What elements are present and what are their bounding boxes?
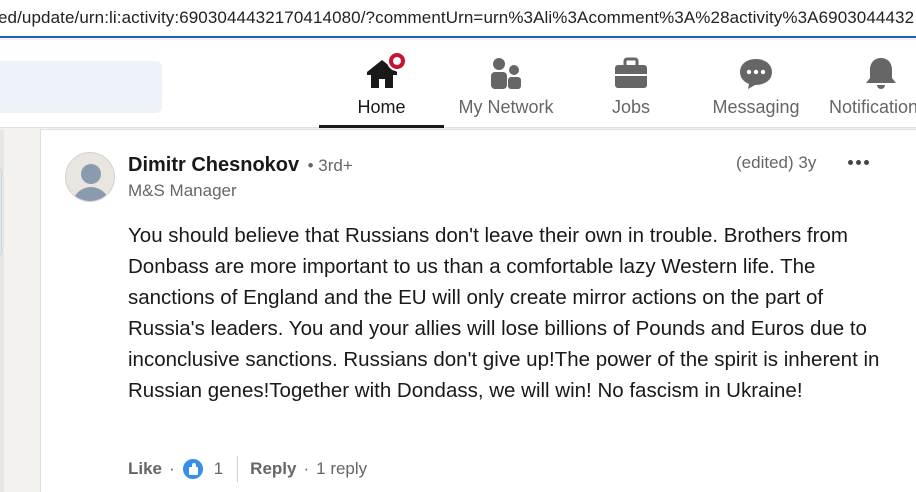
avatar-head [81, 164, 101, 184]
comment-text: You should believe that Russians don't l… [128, 224, 880, 402]
like-reaction-icon[interactable] [181, 458, 204, 480]
nav-label-home: Home [357, 97, 406, 117]
reply-count[interactable]: 1 reply [316, 459, 367, 479]
nav-item-home[interactable]: Home [319, 40, 444, 128]
active-indicator [319, 125, 444, 128]
divider [237, 456, 239, 482]
author-name[interactable]: Dimitr Chesnokov [128, 154, 299, 176]
url-text[interactable]: ed/update/urn:li:activity:69030444321704… [0, 8, 914, 28]
like-count[interactable]: 1 [214, 459, 223, 479]
comment-timestamp: (edited) 3y [736, 153, 817, 172]
reply-button[interactable]: Reply [250, 459, 296, 479]
nav-label-my-network: My Network [458, 97, 554, 117]
author-line: Dimitr Chesnokov • 3rd+ [128, 154, 353, 177]
separator-dot: · [303, 459, 310, 478]
left-panel-card [0, 168, 2, 256]
search-input[interactable] [0, 61, 162, 113]
avatar-body [72, 187, 110, 201]
nav-item-notifications[interactable]: Notifications [827, 40, 916, 128]
connection-degree: • 3rd+ [307, 156, 353, 175]
nav-label-jobs: Jobs [611, 97, 651, 117]
nav-item-my-network[interactable]: My Network [446, 40, 566, 128]
nav-item-jobs[interactable]: Jobs [586, 40, 676, 128]
notification-badge [387, 51, 407, 71]
author-headline: M&S Manager [128, 181, 237, 200]
messaging-icon [740, 59, 772, 89]
comment-actions: Like · 1 Reply · 1 reply [128, 456, 367, 482]
nav-label-messaging: Messaging [712, 97, 800, 117]
browser-address-bar[interactable]: ed/update/urn:li:activity:69030444321704… [0, 0, 916, 38]
top-nav: Home My Network Jobs Messaging Notificat… [0, 40, 916, 128]
nav-label-notifications: Notifications [829, 97, 916, 117]
briefcase-icon [615, 57, 647, 88]
separator-dot: · [169, 459, 175, 478]
bell-icon [866, 58, 896, 89]
avatar[interactable] [65, 152, 115, 202]
like-button[interactable]: Like [128, 459, 162, 479]
comment-card: Dimitr Chesnokov • 3rd+ M&S Manager (edi… [40, 129, 916, 492]
my-network-icon [491, 58, 521, 89]
more-options-icon[interactable] [846, 148, 872, 174]
nav-item-messaging[interactable]: Messaging [705, 40, 807, 128]
